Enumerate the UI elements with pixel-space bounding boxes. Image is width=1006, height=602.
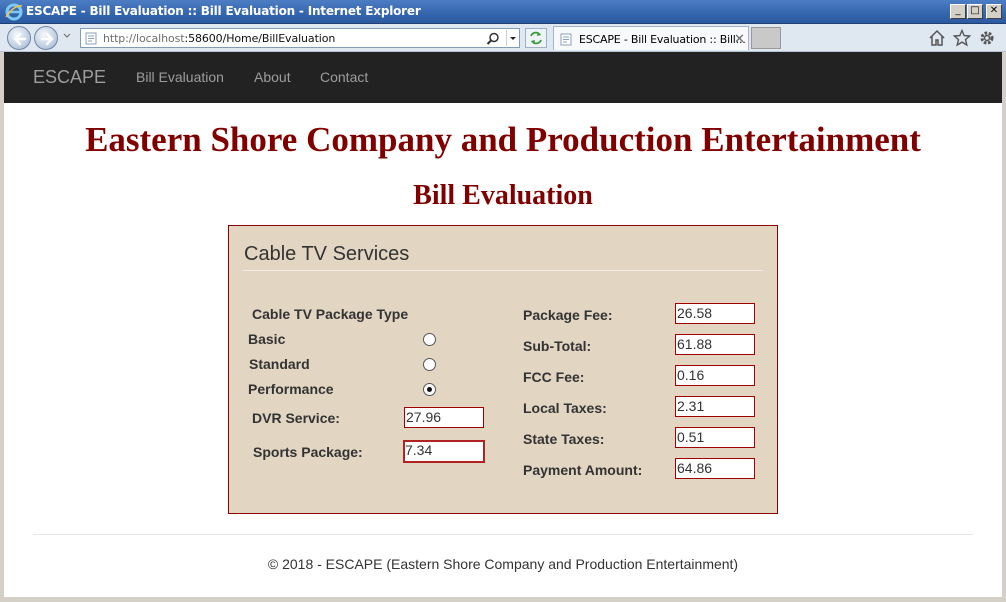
package-performance-label: Performance [248, 381, 334, 397]
address-bar[interactable]: http://localhost:58600/Home/BillEvaluati… [80, 28, 520, 48]
payment-amount-label: Payment Amount: [523, 462, 643, 478]
state-taxes-label: State Taxes: [523, 431, 605, 447]
address-dropdown-button[interactable] [506, 30, 518, 46]
page-icon [560, 33, 572, 46]
address-url[interactable]: http://localhost:58600/Home/BillEvaluati… [103, 32, 335, 45]
local-taxes-field[interactable]: 2.31 [675, 396, 755, 417]
package-performance-radio[interactable] [423, 383, 436, 396]
forward-arrow-icon [40, 32, 54, 46]
footer-copyright: © 2018 - ESCAPE (Eastern Shore Company a… [267, 556, 739, 572]
close-window-button[interactable]: ✕ [986, 4, 1002, 19]
minimize-button[interactable]: _ [950, 4, 966, 19]
window-title: ESCAPE - Bill Evaluation :: Bill Evaluat… [26, 4, 421, 18]
maximize-button[interactable]: □ [967, 4, 983, 19]
window-frame-bottom [0, 597, 1006, 602]
search-icon[interactable] [486, 32, 500, 46]
window-titlebar[interactable]: ESCAPE - Bill Evaluation :: Bill Evaluat… [0, 0, 1006, 24]
payment-amount-field[interactable]: 64.86 [675, 458, 755, 479]
internet-explorer-icon [5, 3, 23, 21]
sports-package-input[interactable]: 7.34 [403, 440, 485, 463]
page-subtitle: Bill Evaluation [413, 180, 593, 211]
forward-button[interactable] [34, 26, 58, 50]
dvr-service-input[interactable]: 27.96 [404, 407, 484, 428]
package-standard-label: Standard [249, 356, 310, 372]
package-basic-label: Basic [248, 331, 286, 347]
address-host: http://localhost [103, 32, 185, 45]
cable-tv-services-panel: Cable TV Services Cable TV Package Type … [228, 225, 778, 514]
back-arrow-icon [13, 32, 27, 46]
navbar-brand[interactable]: ESCAPE [33, 67, 106, 88]
package-standard-radio[interactable] [423, 358, 436, 371]
footer-divider [33, 534, 973, 535]
site-navbar: ESCAPE Bill Evaluation About Contact [4, 52, 1002, 103]
close-tab-icon[interactable]: ✕ [734, 31, 745, 47]
gear-icon[interactable] [978, 29, 996, 47]
home-icon[interactable] [928, 29, 946, 47]
address-path: :58600/Home/BillEvaluation [184, 32, 336, 45]
panel-heading: Cable TV Services [244, 243, 410, 265]
nav-link-about[interactable]: About [254, 69, 291, 85]
sports-package-label: Sports Package: [253, 444, 363, 460]
browser-toolbar: http://localhost:58600/Home/BillEvaluati… [0, 24, 1006, 52]
state-taxes-field[interactable]: 0.51 [675, 427, 755, 448]
favorites-star-icon[interactable] [953, 29, 971, 47]
back-button[interactable] [7, 26, 31, 50]
sub-total-label: Sub-Total: [523, 338, 592, 354]
package-type-label: Cable TV Package Type [252, 306, 409, 322]
package-basic-radio[interactable] [423, 333, 436, 346]
sub-total-field[interactable]: 61.88 [675, 334, 755, 355]
package-fee-label: Package Fee: [523, 307, 613, 323]
tab-bill-evaluation[interactable]: ESCAPE - Bill Evaluation :: Bill... ✕ [553, 26, 749, 50]
chevron-down-icon [510, 37, 516, 40]
nav-link-contact[interactable]: Contact [320, 69, 368, 85]
new-tab-button[interactable] [751, 27, 781, 49]
local-taxes-label: Local Taxes: [523, 400, 607, 416]
package-fee-field[interactable]: 26.58 [675, 303, 755, 324]
fcc-fee-field[interactable]: 0.16 [675, 365, 755, 386]
panel-divider [243, 270, 763, 271]
page-icon [85, 32, 97, 45]
fcc-fee-label: FCC Fee: [523, 369, 585, 385]
refresh-icon [530, 31, 542, 45]
history-dropdown-icon[interactable] [63, 33, 71, 39]
page-title: Eastern Shore Company and Production Ent… [85, 120, 921, 159]
dvr-service-label: DVR Service: [252, 410, 340, 426]
nav-link-bill-evaluation[interactable]: Bill Evaluation [136, 69, 224, 85]
refresh-button[interactable] [525, 28, 547, 48]
tab-label: ESCAPE - Bill Evaluation :: Bill... [579, 33, 746, 46]
